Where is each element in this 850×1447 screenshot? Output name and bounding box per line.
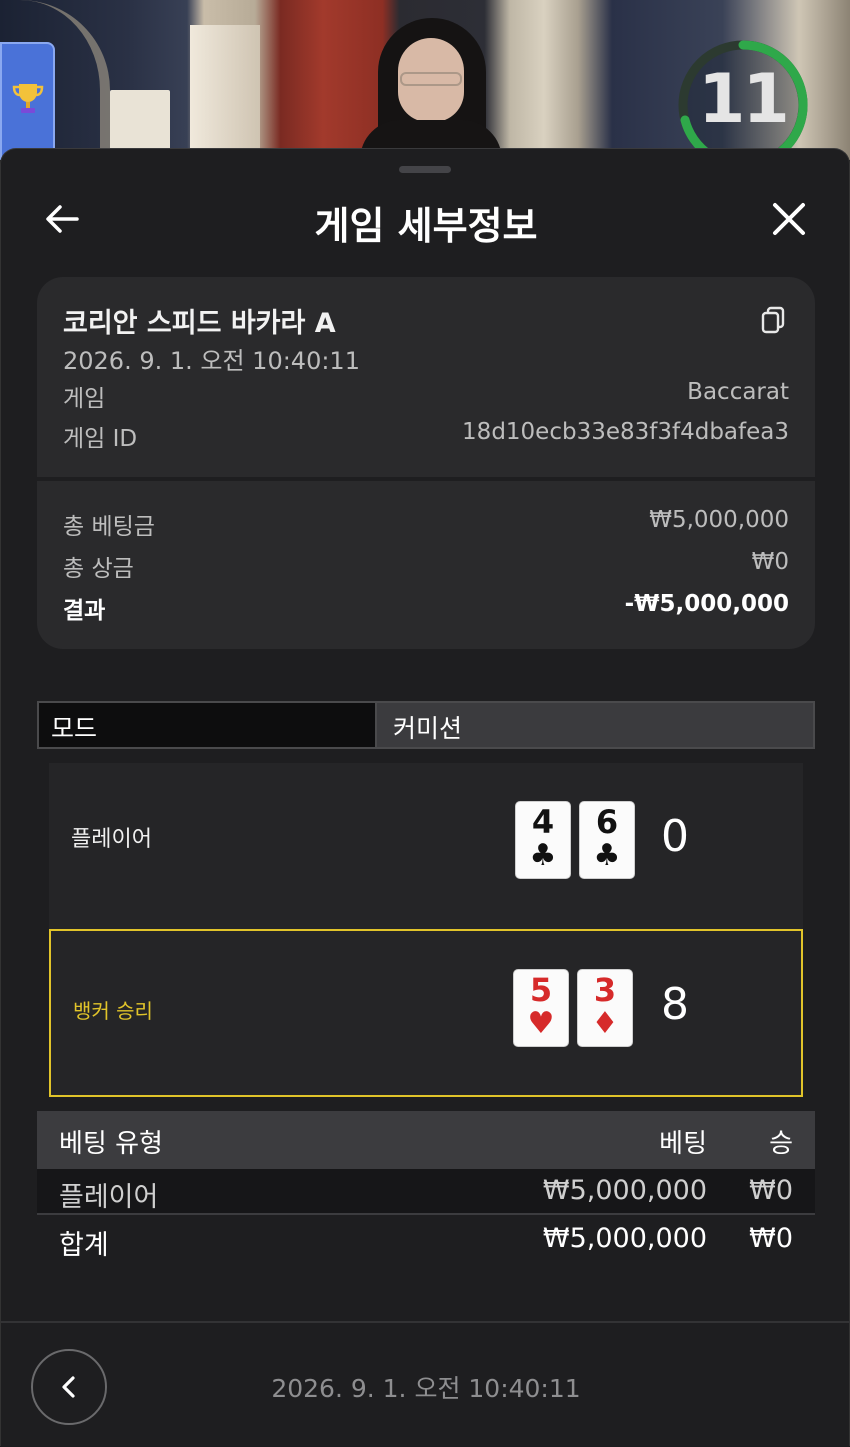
tab-commission[interactable]: 커미션 <box>379 703 815 747</box>
result-label: 결과 <box>63 598 106 624</box>
playing-card: 4 ♣ <box>515 801 571 879</box>
total-payout-label: 총 상금 <box>63 556 134 582</box>
game-date: 2026. 9. 1. 오전 10:40:11 <box>63 347 360 375</box>
total-bet-value: ₩5,000,000 <box>649 507 789 533</box>
game-name: 코리안 스피드 바카라 A <box>63 308 336 339</box>
info-label: 게임 <box>63 386 106 412</box>
sheet-header: 게임 세부정보 <box>1 189 850 248</box>
club-icon: ♣ <box>529 838 557 873</box>
timer-countdown: 11 <box>698 60 790 139</box>
column-bet-type: 베팅 유형 <box>59 1129 163 1159</box>
result-row: 결과 -₩5,000,000 <box>63 591 789 625</box>
player-hand: 플레이어 4 ♣ 6 ♣ 0 <box>49 763 803 931</box>
diamond-icon: ♦ <box>591 1006 619 1041</box>
playing-card: 3 ♦ <box>577 969 633 1047</box>
win-amount-cell: ₩0 <box>749 1175 793 1206</box>
table-total-row: 합계 ₩5,000,000 ₩0 <box>37 1217 815 1263</box>
sheet-footer: 2026. 9. 1. 오전 10:40:11 <box>1 1321 850 1447</box>
total-bet-cell: ₩5,000,000 <box>542 1223 707 1254</box>
mode-tab-bar: 모드 커미션 <box>37 701 815 749</box>
dealer-glasses <box>400 72 462 86</box>
bet-type-cell: 플레이어 <box>59 1182 159 1213</box>
live-video-feed: 11 <box>0 0 850 160</box>
total-win-cell: ₩0 <box>749 1223 793 1254</box>
heart-icon: ♥ <box>527 1006 555 1041</box>
page-title: 게임 세부정보 <box>314 204 538 248</box>
close-icon[interactable] <box>767 197 811 241</box>
column-win: 승 <box>769 1129 793 1159</box>
total-bet-label: 총 베팅금 <box>63 514 155 540</box>
copy-icon[interactable] <box>759 305 787 335</box>
card-rank: 5 <box>529 971 553 1009</box>
background-pillar <box>190 25 260 150</box>
info-label: 게임 ID <box>63 426 138 452</box>
card-rank: 4 <box>531 803 555 841</box>
banker-win-label: 뱅커 승리 <box>73 999 153 1023</box>
player-score: 0 <box>661 811 689 862</box>
game-info-section: 코리안 스피드 바카라 A 2026. 9. 1. 오전 10:40:11 게임… <box>37 277 815 477</box>
tab-mode[interactable]: 모드 <box>39 703 377 747</box>
info-value: Baccarat <box>687 379 789 405</box>
sheet-drag-handle[interactable] <box>399 166 451 173</box>
bet-table-header: 베팅 유형 베팅 승 <box>37 1111 815 1169</box>
bet-amount-cell: ₩5,000,000 <box>542 1175 707 1206</box>
background-pillar <box>110 90 170 150</box>
round-date: 2026. 9. 1. 오전 10:40:11 <box>271 1374 581 1403</box>
banker-hand: 뱅커 승리 5 ♥ 3 ♦ 8 <box>49 929 803 1097</box>
info-row-game-id: 게임 ID 18d10ecb33e83f3f4dbafea3 <box>63 419 789 453</box>
round-timer: 11 <box>660 30 820 160</box>
club-icon: ♣ <box>593 838 621 873</box>
game-details-sheet: 게임 세부정보 코리안 스피드 바카라 A 2026. 9. 1. 오전 10:… <box>0 148 850 1446</box>
playing-card: 5 ♥ <box>513 969 569 1047</box>
banker-score: 8 <box>661 979 689 1030</box>
table-row: 플레이어 ₩5,000,000 ₩0 <box>37 1169 815 1215</box>
playing-card: 6 ♣ <box>579 801 635 879</box>
total-bet-row: 총 베팅금 ₩5,000,000 <box>63 507 789 541</box>
trophy-icon <box>12 84 43 113</box>
total-label-cell: 합계 <box>59 1230 109 1261</box>
player-hand-label: 플레이어 <box>71 827 152 852</box>
divider <box>37 477 815 481</box>
game-info-card: 코리안 스피드 바카라 A 2026. 9. 1. 오전 10:40:11 게임… <box>37 277 815 649</box>
result-value: -₩5,000,000 <box>624 591 789 617</box>
card-rank: 3 <box>593 971 617 1009</box>
game-id-value[interactable]: 18d10ecb33e83f3f4dbafea3 <box>462 419 789 445</box>
info-row-game: 게임 Baccarat <box>63 379 789 413</box>
card-rank: 6 <box>595 803 619 841</box>
total-payout-row: 총 상금 ₩0 <box>63 549 789 583</box>
total-payout-value: ₩0 <box>751 549 789 575</box>
column-bet: 베팅 <box>659 1129 707 1159</box>
trophy-button[interactable] <box>0 42 55 160</box>
